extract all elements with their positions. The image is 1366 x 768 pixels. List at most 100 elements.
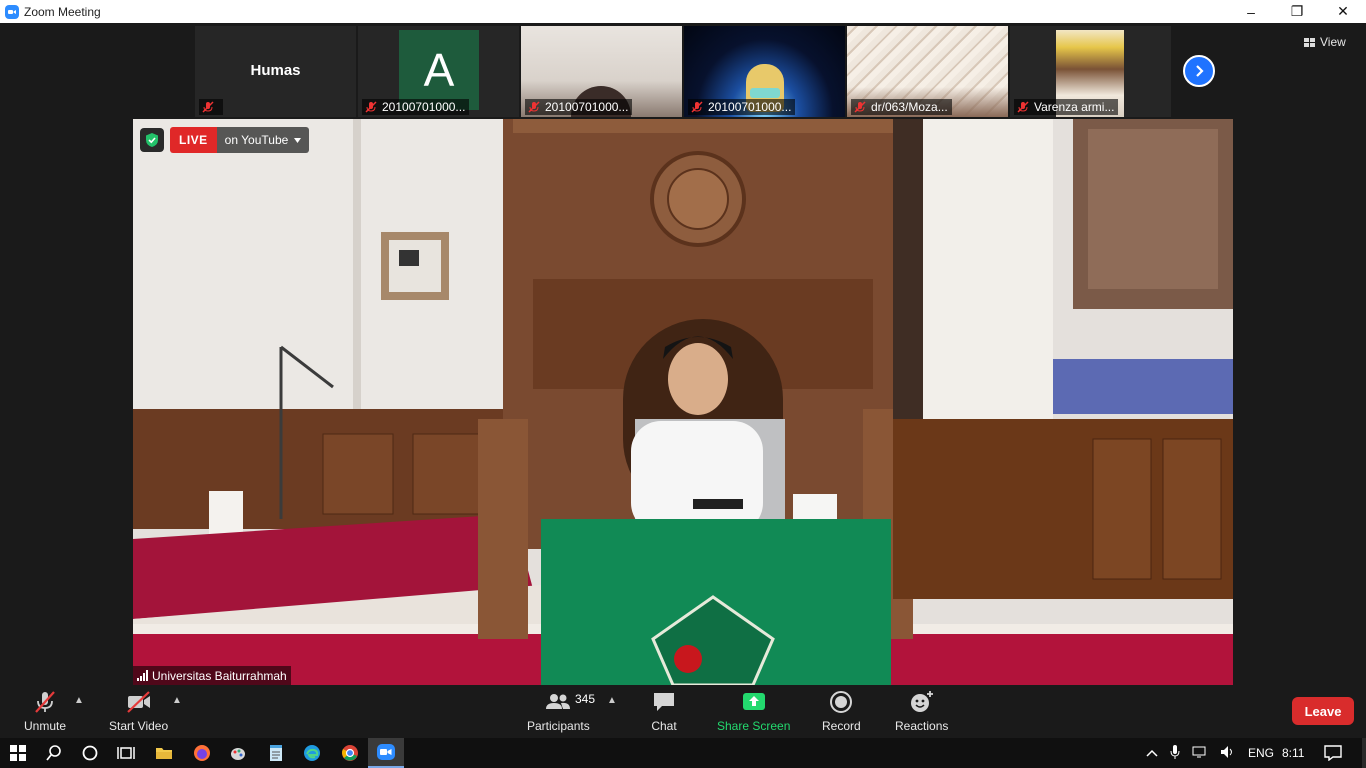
active-speaker-video bbox=[133, 119, 1233, 685]
university-emblem-red bbox=[674, 645, 702, 673]
network-icon[interactable] bbox=[1192, 745, 1208, 762]
right-wall bbox=[913, 119, 1053, 419]
muted-mic-icon bbox=[528, 101, 540, 113]
participant-thumbnail[interactable]: Humas bbox=[195, 26, 356, 117]
chat-label: Chat bbox=[651, 719, 677, 733]
live-badge: LIVE bbox=[170, 127, 217, 153]
active-speaker-name-tag: Universitas Baiturrahmah bbox=[133, 666, 291, 685]
close-button[interactable]: ✕ bbox=[1320, 0, 1366, 23]
taskbar-chrome[interactable] bbox=[332, 738, 368, 768]
show-desktop-button[interactable] bbox=[1362, 738, 1366, 768]
participant-name: Varenza armi... bbox=[1034, 100, 1115, 114]
show-hidden-icons-chevron-icon[interactable] bbox=[1146, 746, 1158, 760]
taskbar-zoom[interactable] bbox=[368, 738, 404, 768]
window-title: Zoom Meeting bbox=[24, 4, 101, 19]
participant-thumbnail[interactable]: 20100701000... bbox=[684, 26, 845, 117]
meeting-control-bar: Unmute ▲ Start Video ▲ Participants 345 … bbox=[0, 685, 1366, 738]
windows-taskbar: ENG 8:11 bbox=[0, 738, 1366, 768]
live-status-group[interactable]: LIVE on YouTube bbox=[170, 127, 310, 153]
input-language-indicator[interactable]: ENG bbox=[1248, 746, 1274, 760]
muted-mic-icon bbox=[202, 101, 214, 113]
muted-mic-icon bbox=[854, 101, 866, 113]
share-screen-button[interactable]: Share Screen bbox=[717, 689, 790, 733]
participants-count: 345 bbox=[575, 692, 596, 706]
audio-options-caret-icon[interactable]: ▲ bbox=[74, 695, 84, 706]
chat-icon bbox=[654, 693, 674, 711]
microphone-in-use-icon[interactable] bbox=[1170, 744, 1180, 763]
participant-name: 20100701000... bbox=[382, 100, 466, 114]
right-doorframe bbox=[893, 119, 923, 449]
video-options-caret-icon[interactable]: ▲ bbox=[172, 695, 182, 706]
chevron-right-icon bbox=[1196, 65, 1204, 77]
action-center-button[interactable] bbox=[1324, 738, 1342, 768]
share-screen-icon bbox=[742, 693, 765, 710]
participants-label: Participants bbox=[527, 719, 590, 733]
edge-icon bbox=[304, 745, 320, 761]
taskbar-firefox[interactable] bbox=[184, 738, 220, 768]
participant-avatar: A bbox=[399, 30, 479, 110]
chat-button[interactable]: Chat bbox=[651, 689, 677, 733]
volume-icon[interactable] bbox=[1220, 745, 1236, 762]
cortana-circle-icon bbox=[82, 745, 98, 761]
start-video-button[interactable]: Start Video bbox=[109, 689, 168, 733]
shield-icon bbox=[146, 133, 158, 147]
unmute-label: Unmute bbox=[24, 719, 67, 733]
tissue-box bbox=[793, 494, 837, 522]
participant-thumbnail[interactable]: 20100701000... bbox=[521, 26, 682, 117]
restore-button[interactable]: ❐ bbox=[1274, 0, 1320, 23]
taskbar-paint[interactable] bbox=[220, 738, 256, 768]
paint-icon bbox=[231, 748, 245, 760]
cabinet-door bbox=[1092, 438, 1152, 580]
participant-thumbnail[interactable]: Varenza armi... bbox=[1010, 26, 1171, 117]
zoom-icon bbox=[377, 744, 395, 760]
muted-mic-icon bbox=[691, 101, 703, 113]
cortana-button[interactable] bbox=[72, 738, 108, 768]
unmute-button[interactable]: Unmute bbox=[24, 689, 66, 733]
video-off-icon bbox=[126, 691, 150, 713]
participant-name: 20100701000... bbox=[708, 100, 792, 114]
reactions-icon bbox=[910, 691, 933, 712]
participant-name: dr/063/Moza... bbox=[871, 100, 948, 114]
taskbar-file-explorer[interactable] bbox=[146, 738, 182, 768]
taskbar-notepad[interactable] bbox=[258, 738, 294, 768]
minimize-button[interactable]: – bbox=[1228, 0, 1274, 23]
record-label: Record bbox=[822, 719, 861, 733]
view-label: View bbox=[1320, 35, 1346, 49]
participant-name-tag: 20100701000... bbox=[688, 99, 796, 115]
caret-down-icon bbox=[294, 137, 302, 143]
video-scene bbox=[133, 119, 1233, 685]
muted-mic-icon bbox=[365, 101, 377, 113]
record-button[interactable]: Record bbox=[822, 689, 861, 733]
search-button[interactable] bbox=[36, 738, 72, 768]
participant-thumbnail-strip: Humas A 20100701000... 20100701000... 20… bbox=[0, 23, 1366, 119]
next-page-button[interactable] bbox=[1183, 55, 1215, 87]
participant-name-large: Humas bbox=[250, 62, 301, 79]
windows-logo-icon bbox=[10, 745, 26, 761]
view-button[interactable]: View bbox=[1304, 35, 1346, 49]
reactions-button[interactable]: Reactions bbox=[895, 689, 948, 733]
live-destination-select[interactable]: on YouTube bbox=[216, 127, 310, 153]
leave-button[interactable]: Leave bbox=[1292, 697, 1354, 725]
mihrab-pillar-left bbox=[478, 419, 528, 639]
right-carved-panel-inner bbox=[1088, 129, 1218, 289]
muted-mic-icon bbox=[1017, 101, 1029, 113]
share-screen-label: Share Screen bbox=[717, 719, 791, 733]
notification-icon bbox=[1324, 745, 1342, 761]
speaker-face bbox=[668, 343, 728, 415]
wood-panel-door bbox=[412, 433, 484, 515]
security-shield-button[interactable] bbox=[140, 128, 164, 152]
task-view-button[interactable] bbox=[108, 738, 144, 768]
record-icon bbox=[830, 691, 853, 713]
taskbar-edge[interactable] bbox=[294, 738, 330, 768]
clock[interactable]: 8:11 bbox=[1282, 738, 1304, 768]
face-mask bbox=[750, 88, 780, 98]
grid-icon bbox=[1304, 37, 1315, 47]
participants-options-caret-icon[interactable]: ▲ bbox=[607, 695, 617, 706]
start-button[interactable] bbox=[0, 738, 36, 768]
wall-frame-content bbox=[399, 250, 419, 266]
participant-name-tag bbox=[199, 99, 223, 115]
start-video-label: Start Video bbox=[109, 719, 169, 733]
participant-thumbnail[interactable]: A 20100701000... bbox=[358, 26, 519, 117]
participant-name-tag: 20100701000... bbox=[362, 99, 470, 115]
participant-thumbnail[interactable]: dr/063/Moza... bbox=[847, 26, 1008, 117]
